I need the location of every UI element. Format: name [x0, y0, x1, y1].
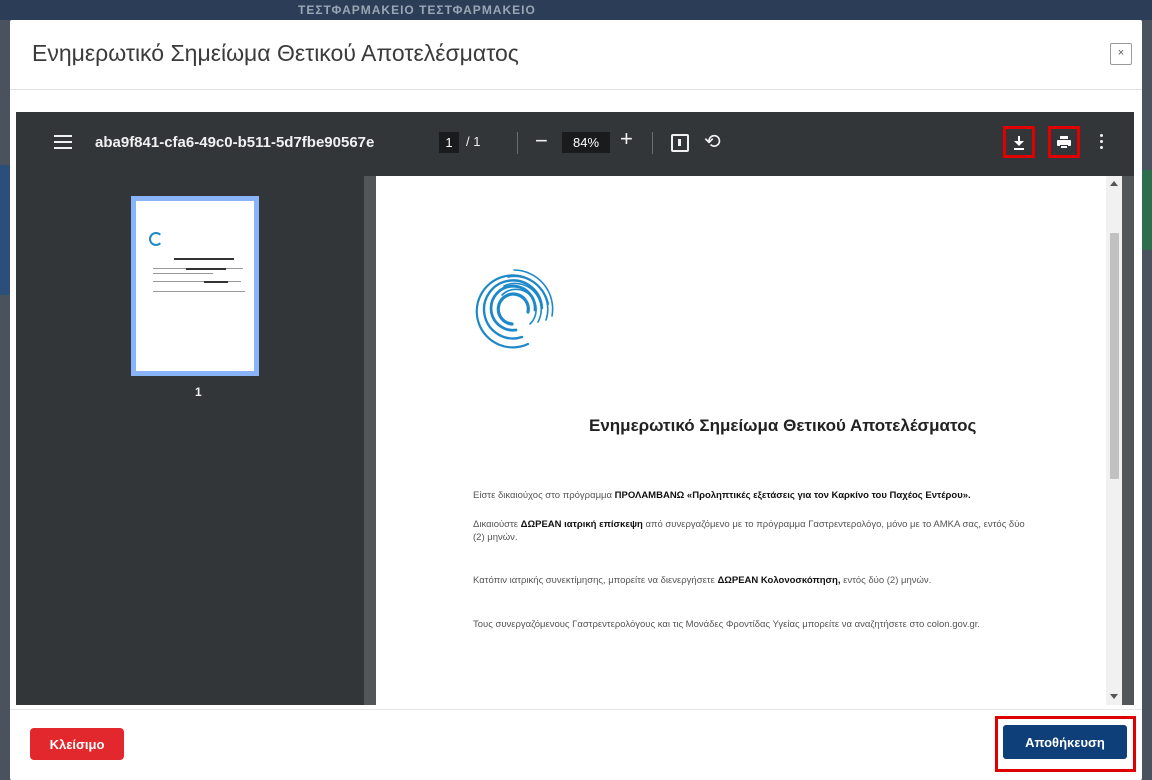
- toolbar-separator: [517, 132, 518, 154]
- page-thumbnail[interactable]: [131, 196, 259, 376]
- modal-dialog: Ενημερωτικό Σημείωμα Θετικού Αποτελέσματ…: [10, 20, 1142, 780]
- document-paragraph: Κατόπιν ιατρικής συνεκτίμησης, μπορείτε …: [473, 575, 932, 586]
- toolbar-separator: [652, 132, 653, 154]
- background-left-edge: [0, 20, 10, 780]
- zoom-in-button[interactable]: +: [620, 126, 633, 152]
- scrollbar-thumb[interactable]: [1110, 233, 1119, 479]
- save-button[interactable]: Αποθήκευση: [1003, 725, 1127, 759]
- pdf-viewer: aba9f841-cfa6-49c0-b511-5d7fbe90567e 1 /…: [16, 112, 1134, 705]
- download-icon: [1014, 136, 1024, 150]
- more-vertical-icon[interactable]: [1100, 134, 1103, 150]
- document-paragraph: Δικαιούστε ΔΩΡΕΑΝ ιατρική επίσκεψη από σ…: [473, 519, 1025, 543]
- print-icon: [1057, 136, 1071, 150]
- fit-page-icon[interactable]: [671, 134, 689, 152]
- rotate-icon[interactable]: ⟲: [704, 129, 721, 154]
- download-button[interactable]: [1003, 126, 1035, 158]
- modal-footer-divider: [10, 709, 1142, 710]
- thumbnail-logo-icon: [149, 232, 163, 246]
- thumbnail-sidebar: 1: [16, 176, 364, 705]
- page-number-input[interactable]: 1: [439, 132, 459, 153]
- colon-logo-icon: [475, 269, 554, 349]
- menu-icon[interactable]: [54, 135, 72, 149]
- pdf-toolbar: aba9f841-cfa6-49c0-b511-5d7fbe90567e 1 /…: [16, 112, 1134, 176]
- document-paragraph: Τους συνεργαζόμενους Γαστρεντερολόγους κ…: [473, 619, 981, 630]
- document-title: Ενημερωτικό Σημείωμα Θετικού Αποτελέσματ…: [589, 416, 977, 435]
- background-header-text: ΤΕΣΤΦΑΡΜΑΚΕΙΟ ΤΕΣΤΦΑΡΜΑΚΕΙΟ: [298, 3, 536, 17]
- document-page: Ενημερωτικό Σημείωμα Θετικού Αποτελέσματ…: [376, 176, 1106, 705]
- document-scrollbar[interactable]: [1106, 176, 1122, 705]
- zoom-out-button[interactable]: −: [535, 128, 548, 154]
- modal-close-icon[interactable]: ×: [1110, 43, 1132, 65]
- modal-title: Ενημερωτικό Σημείωμα Θετικού Αποτελέσματ…: [32, 40, 519, 66]
- scroll-down-icon[interactable]: [1110, 694, 1118, 699]
- background-right-edge: [1142, 20, 1152, 780]
- document-paragraph: Είστε δικαιούχος στο πρόγραμμα ΠΡΟΛΑΜΒΑΝ…: [473, 490, 971, 501]
- save-button-highlight: Αποθήκευση: [995, 716, 1136, 772]
- document-area: Ενημερωτικό Σημείωμα Θετικού Αποτελέσματ…: [364, 176, 1134, 705]
- background-header: ΤΕΣΤΦΑΡΜΑΚΕΙΟ ΤΕΣΤΦΑΡΜΑΚΕΙΟ: [0, 0, 1152, 20]
- page-count: / 1: [466, 134, 481, 149]
- pdf-filename: aba9f841-cfa6-49c0-b511-5d7fbe90567e: [95, 134, 375, 151]
- thumbnail-page-number: 1: [195, 385, 202, 399]
- close-button[interactable]: Κλείσιμο: [30, 728, 124, 760]
- scroll-up-icon[interactable]: [1110, 181, 1118, 186]
- modal-header-divider: [10, 89, 1142, 90]
- zoom-level-input[interactable]: 84%: [562, 132, 610, 153]
- print-button[interactable]: [1048, 126, 1080, 158]
